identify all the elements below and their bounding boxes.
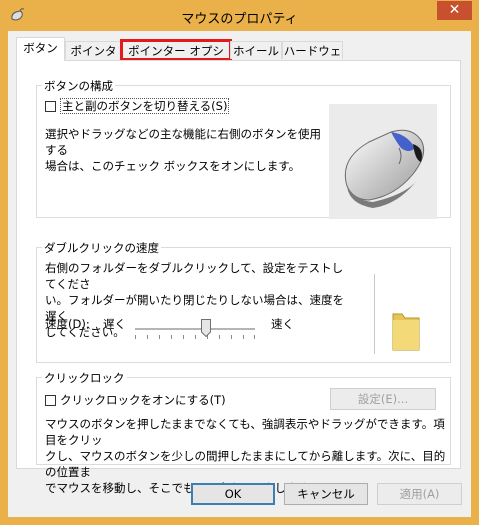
mouse-icon xyxy=(344,129,425,208)
double-click-title: ダブルクリックの速度 xyxy=(42,240,161,256)
window-frame: マウスのプロパティ ✕ ボタン ポインター ポインター オプション ホイール ハ… xyxy=(0,0,479,525)
swap-buttons-option[interactable]: 主と副のボタンを切り替える(S) xyxy=(45,98,230,114)
tab-strip: ボタン ポインター ポインター オプション ホイール ハードウェア xyxy=(8,31,471,76)
mouse-illustration xyxy=(329,104,437,219)
click-lock-settings-button[interactable]: 設定(E)... xyxy=(330,388,436,410)
apply-button[interactable]: 適用(A) xyxy=(377,483,462,505)
tab-panel: ボタンの構成 主と副のボタンを切り替える(S) 選択やドラッグなどの主な機能に右… xyxy=(16,60,461,495)
ok-button[interactable]: OK xyxy=(191,483,275,505)
close-button[interactable]: ✕ xyxy=(437,1,472,20)
speed-slider-track[interactable] xyxy=(135,328,255,331)
description-line: クし、マウスのボタンを少しの間押したままにしてから離します。次に、目的の位置ま xyxy=(45,449,446,479)
button-config-description: 選択やドラッグなどの主な機能に右側のボタンを使用する 場合は、このチェック ボッ… xyxy=(45,126,325,174)
swap-buttons-checkbox[interactable] xyxy=(45,101,56,112)
click-lock-label: クリックロックをオンにする(T) xyxy=(60,393,226,407)
cancel-button[interactable]: キャンセル xyxy=(284,483,368,505)
click-lock-group: クリックロック クリックロックをオンにする(T) 設定(E)... マウスのボタ… xyxy=(36,370,451,495)
click-lock-title: クリックロック xyxy=(42,370,127,386)
speed-slider-thumb[interactable] xyxy=(201,319,211,337)
tab-wheel[interactable]: ホイール xyxy=(230,41,282,59)
speed-label: 速度(D): xyxy=(45,316,90,332)
click-lock-option[interactable]: クリックロックをオンにする(T) xyxy=(45,392,226,408)
title-bar[interactable]: マウスのプロパティ ✕ xyxy=(0,0,479,31)
tab-hardware[interactable]: ハードウェア xyxy=(282,41,343,76)
window-title: マウスのプロパティ xyxy=(181,12,298,27)
tab-buttons[interactable]: ボタン xyxy=(16,37,65,61)
slow-label: 遅く xyxy=(103,317,126,331)
description-line: 選択やドラッグなどの主な機能に右側のボタンを使用する xyxy=(45,127,321,157)
folder-icon xyxy=(392,313,420,351)
click-lock-checkbox[interactable] xyxy=(45,395,56,406)
speed-label-text: 速度(D): xyxy=(45,317,90,331)
description-line: 右側のフォルダーをダブルクリックして、設定をテストしてくださ xyxy=(45,261,344,291)
description-line: い。フォルダーが開いたり閉じたりしない場合は、速度を遅く xyxy=(45,293,344,323)
test-folder[interactable] xyxy=(374,274,439,354)
speed-slider-ticks xyxy=(135,335,255,339)
tab-pointer-options[interactable]: ポインター オプション xyxy=(120,39,232,76)
description-line: 場合は、このチェック ボックスをオンにします。 xyxy=(45,159,301,173)
swap-buttons-label: 主と副のボタンを切り替える(S) xyxy=(60,98,230,114)
button-config-title: ボタンの構成 xyxy=(42,78,115,94)
fast-label: 速く xyxy=(271,317,294,331)
double-click-group: ダブルクリックの速度 右側のフォルダーをダブルクリックして、設定をテストしてくだ… xyxy=(36,240,451,363)
dialog-client: ボタン ポインター ポインター オプション ホイール ハードウェア ボタンの構成… xyxy=(8,31,471,517)
tab-pointers[interactable]: ポインター xyxy=(65,41,122,76)
button-config-group: ボタンの構成 主と副のボタンを切り替える(S) 選択やドラッグなどの主な機能に右… xyxy=(36,78,451,219)
description-line: マウスのボタンを押したままでなくても、強調表示やドラッグができます。項目をクリッ xyxy=(45,417,445,447)
